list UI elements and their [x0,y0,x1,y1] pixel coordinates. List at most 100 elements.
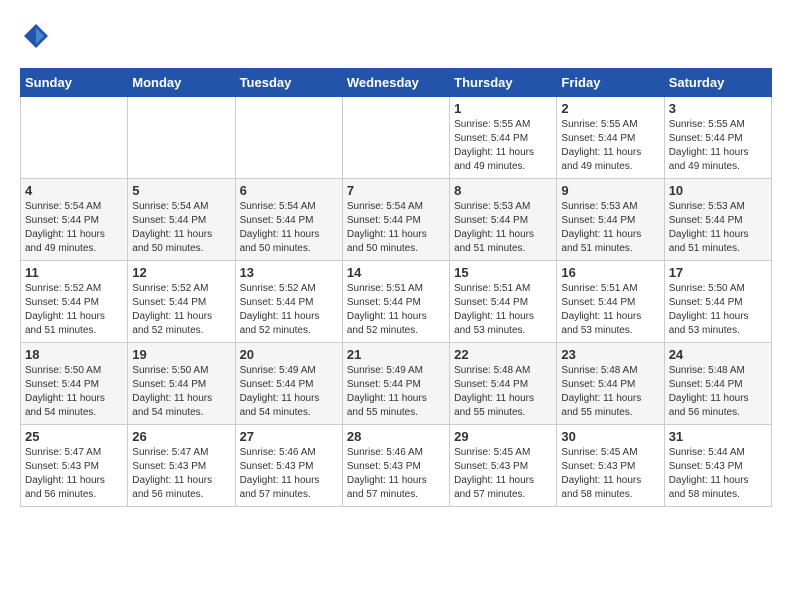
sunrise: Sunrise: 5:46 AM [240,447,316,458]
day-info: Sunrise: 5:54 AM Sunset: 5:44 PM Dayligh… [240,200,338,256]
calendar-cell: 2 Sunrise: 5:55 AM Sunset: 5:44 PM Dayli… [557,97,664,179]
day-info: Sunrise: 5:52 AM Sunset: 5:44 PM Dayligh… [25,282,123,338]
sunset: Sunset: 5:44 PM [132,215,206,226]
sunrise: Sunrise: 5:47 AM [25,447,101,458]
day-number: 31 [669,429,767,444]
daylight: Daylight: 11 hours and 56 minutes. [669,393,749,418]
day-info: Sunrise: 5:53 AM Sunset: 5:44 PM Dayligh… [669,200,767,256]
calendar-cell: 20 Sunrise: 5:49 AM Sunset: 5:44 PM Dayl… [235,343,342,425]
sunrise: Sunrise: 5:49 AM [240,365,316,376]
day-info: Sunrise: 5:53 AM Sunset: 5:44 PM Dayligh… [454,200,552,256]
day-number: 4 [25,183,123,198]
daylight: Daylight: 11 hours and 57 minutes. [240,475,320,500]
sunset: Sunset: 5:44 PM [347,215,421,226]
sunrise: Sunrise: 5:54 AM [240,201,316,212]
day-info: Sunrise: 5:50 AM Sunset: 5:44 PM Dayligh… [25,364,123,420]
calendar-cell: 7 Sunrise: 5:54 AM Sunset: 5:44 PM Dayli… [342,179,449,261]
calendar-cell: 26 Sunrise: 5:47 AM Sunset: 5:43 PM Dayl… [128,425,235,507]
daylight: Daylight: 11 hours and 53 minutes. [669,311,749,336]
calendar-cell: 31 Sunrise: 5:44 AM Sunset: 5:43 PM Dayl… [664,425,771,507]
sunrise: Sunrise: 5:48 AM [669,365,745,376]
calendar-cell: 27 Sunrise: 5:46 AM Sunset: 5:43 PM Dayl… [235,425,342,507]
daylight: Daylight: 11 hours and 52 minutes. [132,311,212,336]
day-number: 12 [132,265,230,280]
daylight: Daylight: 11 hours and 58 minutes. [561,475,641,500]
sunrise: Sunrise: 5:51 AM [347,283,423,294]
day-number: 25 [25,429,123,444]
sunset: Sunset: 5:44 PM [669,379,743,390]
sunrise: Sunrise: 5:51 AM [454,283,530,294]
day-info: Sunrise: 5:52 AM Sunset: 5:44 PM Dayligh… [132,282,230,338]
sunrise: Sunrise: 5:55 AM [561,119,637,130]
sunset: Sunset: 5:43 PM [132,461,206,472]
sunset: Sunset: 5:44 PM [347,379,421,390]
sunrise: Sunrise: 5:55 AM [669,119,745,130]
daylight: Daylight: 11 hours and 56 minutes. [132,475,212,500]
calendar-cell: 28 Sunrise: 5:46 AM Sunset: 5:43 PM Dayl… [342,425,449,507]
sunset: Sunset: 5:43 PM [454,461,528,472]
day-number: 10 [669,183,767,198]
sunset: Sunset: 5:43 PM [347,461,421,472]
logo [20,20,58,52]
daylight: Daylight: 11 hours and 49 minutes. [561,147,641,172]
sunrise: Sunrise: 5:51 AM [561,283,637,294]
day-number: 1 [454,101,552,116]
calendar-cell [128,97,235,179]
day-info: Sunrise: 5:51 AM Sunset: 5:44 PM Dayligh… [561,282,659,338]
day-number: 19 [132,347,230,362]
daylight: Daylight: 11 hours and 53 minutes. [454,311,534,336]
sunset: Sunset: 5:44 PM [669,133,743,144]
calendar-header-friday: Friday [557,69,664,97]
calendar-cell: 8 Sunrise: 5:53 AM Sunset: 5:44 PM Dayli… [450,179,557,261]
day-info: Sunrise: 5:54 AM Sunset: 5:44 PM Dayligh… [347,200,445,256]
calendar-cell [21,97,128,179]
calendar-cell: 11 Sunrise: 5:52 AM Sunset: 5:44 PM Dayl… [21,261,128,343]
day-info: Sunrise: 5:50 AM Sunset: 5:44 PM Dayligh… [669,282,767,338]
daylight: Daylight: 11 hours and 51 minutes. [669,229,749,254]
day-number: 14 [347,265,445,280]
calendar-cell: 21 Sunrise: 5:49 AM Sunset: 5:44 PM Dayl… [342,343,449,425]
day-number: 13 [240,265,338,280]
daylight: Daylight: 11 hours and 55 minutes. [347,393,427,418]
day-number: 16 [561,265,659,280]
day-number: 20 [240,347,338,362]
sunrise: Sunrise: 5:45 AM [454,447,530,458]
calendar-cell [235,97,342,179]
day-info: Sunrise: 5:47 AM Sunset: 5:43 PM Dayligh… [132,446,230,502]
page-header [20,20,772,52]
calendar-cell: 12 Sunrise: 5:52 AM Sunset: 5:44 PM Dayl… [128,261,235,343]
day-info: Sunrise: 5:50 AM Sunset: 5:44 PM Dayligh… [132,364,230,420]
day-number: 18 [25,347,123,362]
sunrise: Sunrise: 5:50 AM [25,365,101,376]
day-number: 5 [132,183,230,198]
calendar-cell: 5 Sunrise: 5:54 AM Sunset: 5:44 PM Dayli… [128,179,235,261]
day-info: Sunrise: 5:51 AM Sunset: 5:44 PM Dayligh… [347,282,445,338]
daylight: Daylight: 11 hours and 54 minutes. [240,393,320,418]
day-number: 8 [454,183,552,198]
calendar-cell: 30 Sunrise: 5:45 AM Sunset: 5:43 PM Dayl… [557,425,664,507]
sunrise: Sunrise: 5:47 AM [132,447,208,458]
calendar-cell: 4 Sunrise: 5:54 AM Sunset: 5:44 PM Dayli… [21,179,128,261]
calendar-cell: 17 Sunrise: 5:50 AM Sunset: 5:44 PM Dayl… [664,261,771,343]
sunset: Sunset: 5:44 PM [454,297,528,308]
daylight: Daylight: 11 hours and 50 minutes. [132,229,212,254]
day-number: 26 [132,429,230,444]
sunset: Sunset: 5:44 PM [561,297,635,308]
daylight: Daylight: 11 hours and 52 minutes. [240,311,320,336]
sunset: Sunset: 5:44 PM [454,215,528,226]
calendar-cell: 14 Sunrise: 5:51 AM Sunset: 5:44 PM Dayl… [342,261,449,343]
daylight: Daylight: 11 hours and 49 minutes. [454,147,534,172]
daylight: Daylight: 11 hours and 55 minutes. [454,393,534,418]
calendar-header-tuesday: Tuesday [235,69,342,97]
daylight: Daylight: 11 hours and 49 minutes. [669,147,749,172]
day-info: Sunrise: 5:55 AM Sunset: 5:44 PM Dayligh… [561,118,659,174]
calendar-header-thursday: Thursday [450,69,557,97]
calendar-cell: 24 Sunrise: 5:48 AM Sunset: 5:44 PM Dayl… [664,343,771,425]
day-info: Sunrise: 5:55 AM Sunset: 5:44 PM Dayligh… [454,118,552,174]
daylight: Daylight: 11 hours and 51 minutes. [25,311,105,336]
sunrise: Sunrise: 5:50 AM [132,365,208,376]
daylight: Daylight: 11 hours and 51 minutes. [454,229,534,254]
day-number: 27 [240,429,338,444]
day-info: Sunrise: 5:48 AM Sunset: 5:44 PM Dayligh… [454,364,552,420]
sunset: Sunset: 5:44 PM [347,297,421,308]
